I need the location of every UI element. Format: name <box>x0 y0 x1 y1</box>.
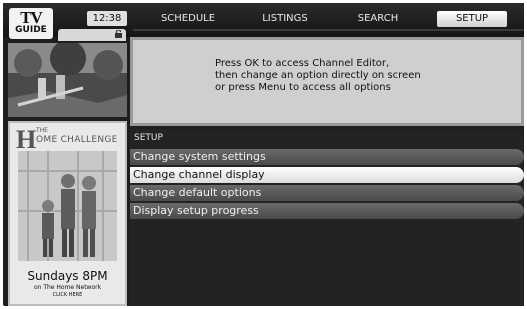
tv-guide-logo: TV GUIDE <box>9 8 53 39</box>
clock: 12:38 <box>87 11 127 26</box>
message-line-3: or press Menu to access all options <box>215 82 391 93</box>
menu-item-default-options[interactable]: Change default options <box>130 185 524 201</box>
nav-tab-search[interactable]: SEARCH <box>343 11 413 27</box>
ad-click-here[interactable]: CLICK HERE <box>10 292 125 298</box>
home-challenge-ad[interactable]: H THE OME CHALLENGE Sundays 8PM on The H… <box>8 121 127 306</box>
info-message: Press OK to access Channel Editor, then … <box>215 58 515 94</box>
ad-logo-h: H <box>16 125 37 154</box>
tv-guide-screen: TV GUIDE 12:38 SCHEDULE LISTINGS SEARCH … <box>3 3 524 306</box>
menu-item-channel-display[interactable]: Change channel display <box>130 167 524 183</box>
setup-panel: SETUP Change system settings Change chan… <box>130 129 524 306</box>
video-scene <box>8 43 127 117</box>
info-message-box: Press OK to access Channel Editor, then … <box>130 37 524 126</box>
logo-tv: TV <box>20 8 43 27</box>
nav-tab-setup[interactable]: SETUP <box>437 11 507 27</box>
nav-tab-listings[interactable]: LISTINGS <box>250 11 320 27</box>
ad-title: OME CHALLENGE <box>36 135 118 145</box>
menu-item-system-settings[interactable]: Change system settings <box>130 149 524 165</box>
message-line-2: then change an option directly on screen <box>215 70 421 81</box>
ad-airtime: Sundays 8PM <box>27 269 108 283</box>
nav-tab-schedule[interactable]: SCHEDULE <box>153 11 223 27</box>
menu-item-setup-progress[interactable]: Display setup progress <box>130 203 524 219</box>
message-line-1: Press OK to access Channel Editor, <box>215 58 390 69</box>
lock-icon <box>115 30 122 38</box>
ad-photo-art <box>18 151 117 261</box>
logo-guide: GUIDE <box>15 25 47 35</box>
live-video-preview[interactable] <box>8 43 127 117</box>
ad-family-photo <box>18 151 117 261</box>
ad-the: THE <box>36 127 48 134</box>
setup-header: SETUP <box>134 133 163 143</box>
ad-network: on The Home Network <box>33 284 102 291</box>
nav-divider <box>133 29 524 31</box>
